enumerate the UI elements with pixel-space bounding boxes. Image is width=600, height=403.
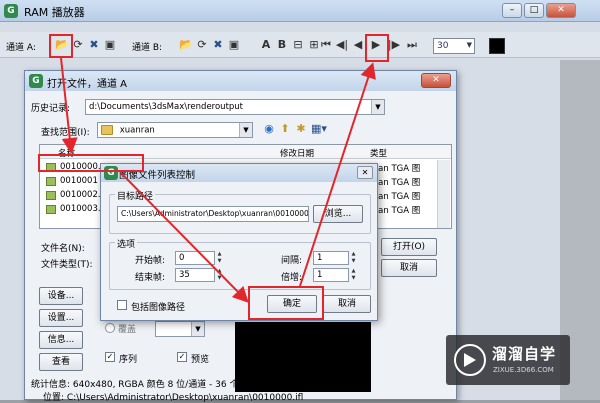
watermark-badge: 溜溜自学 ZIXUE.3D66.COM [446,335,570,385]
arrow-file-to-ok [119,171,249,303]
arrow-ok-to-play [299,62,376,287]
watermark-url: ZIXUE.3D66.COM [493,366,554,374]
watermark-brand: 溜溜自学 [492,345,557,363]
watermark-logo-icon [454,344,486,376]
arrow-open-to-file [60,57,78,154]
